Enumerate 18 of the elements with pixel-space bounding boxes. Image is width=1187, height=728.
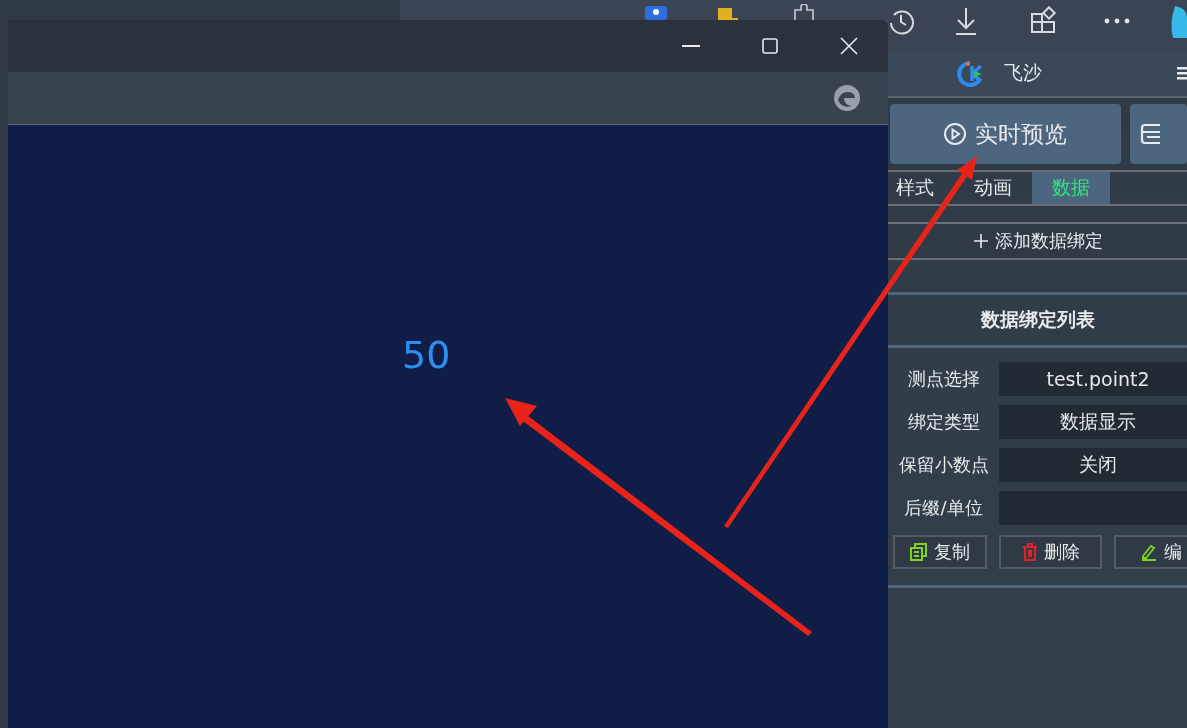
field-label: 测点选择 bbox=[906, 367, 981, 391]
app-name: 飞沙 bbox=[1004, 60, 1042, 85]
field-label: 后缀/单位 bbox=[903, 496, 984, 520]
edit-button[interactable]: 编 bbox=[1114, 535, 1187, 569]
field-value[interactable]: test.point2 bbox=[999, 362, 1187, 396]
panel-tab[interactable]: 数据 bbox=[1032, 172, 1110, 204]
add-binding-button[interactable]: 添加数据绑定 bbox=[888, 222, 1187, 260]
field-label: 绑定类型 bbox=[906, 410, 981, 434]
live-preview-button[interactable]: 实时预览 bbox=[890, 104, 1121, 164]
display-value: 50 bbox=[402, 333, 451, 377]
panel-tab[interactable]: 样式 bbox=[888, 172, 954, 204]
field-label: 保留小数点 bbox=[897, 453, 990, 477]
section-title: 数据绑定列表 bbox=[980, 307, 1095, 332]
delete-button[interactable]: 删除 bbox=[999, 535, 1102, 569]
copy-button[interactable]: 复制 bbox=[893, 535, 987, 569]
panel-tab[interactable]: 动画 bbox=[954, 172, 1032, 204]
field-value[interactable]: 关闭 bbox=[999, 448, 1187, 482]
field-value[interactable]: 数据显示 bbox=[999, 405, 1187, 439]
